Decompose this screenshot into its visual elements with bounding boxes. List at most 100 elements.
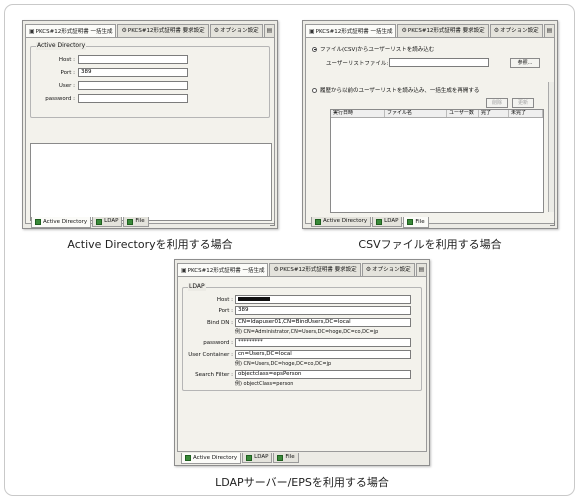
container-input[interactable]: cn=Users,DC=local	[235, 350, 411, 359]
password-label: password :	[203, 339, 233, 346]
tab-file[interactable]: File	[123, 217, 149, 227]
window-tab-bar: ▣ PKCS#12形式証明書 一括生成 ⚙ PKCS#12形式証明書 要求設定 ⚙ オ…	[25, 24, 276, 38]
csv-option-label: ファイル(CSV)からユーザーリストを読み込む	[320, 47, 435, 53]
tab-file[interactable]: File	[403, 217, 429, 228]
binddn-row: Bind DN : CN=ldapuser01,CN=BindUsers,DC=…	[185, 318, 411, 327]
user-input[interactable]	[78, 81, 188, 90]
tab-label: PKCS#12形式証明書 一括生成	[315, 28, 393, 35]
tab-icon	[407, 219, 414, 225]
tab-label: LDAP	[384, 218, 399, 224]
column-header[interactable]: 実行日時	[331, 110, 385, 117]
csv-option-row[interactable]: ファイル(CSV)からユーザーリストを読み込む	[312, 45, 434, 53]
history-table: 実行日時 ファイル名 ユーザー数 完了 未完了	[330, 109, 544, 213]
refresh-button[interactable]: 更新	[512, 98, 534, 108]
container-label: User Container :	[188, 351, 233, 358]
redacted-host	[238, 296, 270, 301]
file-label: ユーザーリストファイル:	[326, 60, 389, 67]
history-option-row[interactable]: 履歴から以前のユーザーリストを読み込み、一括生成を再開する	[312, 86, 479, 94]
tab-active-directory[interactable]: Active Directory	[311, 217, 372, 227]
tab-label: PKCS#12形式証明書 要求設定	[279, 267, 357, 273]
column-header[interactable]: 完了	[479, 110, 509, 117]
tab-log[interactable]: ▤	[543, 24, 556, 37]
tab-request-settings[interactable]: ⚙ PKCS#12形式証明書 要求設定	[269, 263, 361, 276]
filter-input[interactable]: objectclass=epsPerson	[235, 370, 411, 379]
log-area	[30, 143, 272, 221]
tab-icon	[35, 219, 41, 225]
password-row: password : *********	[185, 338, 411, 347]
tab-icon	[127, 218, 134, 225]
file-input[interactable]	[389, 58, 489, 67]
file-row: ユーザーリストファイル:	[326, 58, 489, 67]
tab-request-settings[interactable]: ⚙ PKCS#12形式証明書 要求設定	[397, 24, 489, 37]
binddn-label: Bind DN :	[207, 319, 233, 326]
tab-options[interactable]: ⚙ オプション設定	[209, 24, 263, 37]
tab-label: LDAP	[104, 218, 119, 224]
binddn-input[interactable]: CN=ldapuser01,CN=BindUsers,DC=local	[235, 318, 411, 327]
gear-icon: ⚙	[213, 27, 220, 34]
tab-active-directory[interactable]: Active Directory	[31, 217, 92, 228]
column-header[interactable]: 未完了	[509, 110, 543, 117]
grid-icon: ▤	[546, 27, 553, 34]
grid-icon: ▤	[266, 27, 273, 34]
delete-button[interactable]: 削除	[486, 98, 508, 108]
host-row: Host :	[35, 55, 188, 64]
tab-log[interactable]: ▤	[415, 263, 428, 276]
vertical-scrollbar[interactable]	[548, 82, 554, 212]
ldap-pane: LDAP Host : Port : 389 Bind DN : CN=ldap…	[177, 276, 427, 452]
tab-bulk-generate[interactable]: ▣ PKCS#12形式証明書 一括生成	[25, 24, 117, 38]
tab-label: オプション設定	[220, 28, 259, 34]
bottom-tab-bar: Active Directory LDAP File	[311, 217, 430, 228]
ad-groupbox: Active Directory Host : Port : 389 User …	[30, 42, 270, 118]
host-row: Host :	[185, 295, 411, 304]
tab-ldap[interactable]: LDAP	[372, 217, 403, 227]
container-row: User Container : cn=Users,DC=local	[185, 350, 411, 359]
password-label: password :	[45, 95, 75, 102]
port-input[interactable]: 389	[78, 68, 188, 77]
tab-active-directory[interactable]: Active Directory	[181, 453, 242, 464]
ad-caption: Active Directoryを利用する場合	[67, 238, 233, 251]
history-option-label: 履歴から以前のユーザーリストを読み込み、一括生成を再開する	[320, 88, 480, 94]
user-row: User :	[35, 81, 188, 90]
port-input[interactable]: 389	[235, 306, 411, 315]
gear-icon: ⚙	[493, 27, 500, 34]
tab-label: Active Directory	[43, 218, 88, 225]
host-input[interactable]	[78, 55, 188, 64]
binddn-example: 例) CN=Administrator,CN=Users,DC=hoge,DC=…	[235, 329, 379, 335]
csv-radio[interactable]	[312, 46, 317, 52]
history-radio[interactable]	[312, 87, 317, 93]
groupbox-title: LDAP	[188, 283, 206, 291]
grid-icon: ▤	[418, 266, 425, 273]
tab-icon	[376, 218, 383, 225]
password-input[interactable]	[78, 94, 188, 103]
tab-label: PKCS#12形式証明書 要求設定	[407, 28, 485, 34]
column-header[interactable]: ファイル名	[385, 110, 447, 117]
tab-log[interactable]: ▤	[263, 24, 276, 37]
tab-options[interactable]: ⚙ オプション設定	[489, 24, 543, 37]
tab-ldap[interactable]: LDAP	[92, 217, 123, 227]
port-label: Port :	[218, 307, 233, 314]
tab-options[interactable]: ⚙ オプション設定	[361, 263, 415, 276]
tab-label: File	[415, 218, 425, 225]
host-input[interactable]	[235, 295, 411, 304]
host-label: Host :	[216, 296, 233, 303]
tab-bulk-generate[interactable]: ▣ PKCS#12形式証明書 一括生成	[177, 263, 269, 277]
ldap-groupbox: LDAP Host : Port : 389 Bind DN : CN=ldap…	[182, 283, 422, 391]
tab-label: File	[285, 454, 295, 460]
password-input[interactable]: *********	[235, 338, 411, 347]
filter-label: Search Filter :	[195, 371, 233, 378]
port-label: Port :	[60, 69, 75, 76]
tab-bulk-generate[interactable]: ▣ PKCS#12形式証明書 一括生成	[305, 24, 397, 38]
tab-icon	[185, 455, 191, 461]
resize-grip[interactable]	[270, 221, 275, 226]
tab-icon	[315, 218, 321, 225]
resize-grip[interactable]	[550, 221, 555, 226]
column-header[interactable]: ユーザー数	[447, 110, 479, 117]
tab-label: オプション設定	[500, 28, 539, 34]
tab-file[interactable]: File	[273, 453, 299, 463]
ldap-caption: LDAPサーバー/EPSを利用する場合	[215, 476, 389, 489]
tab-label: PKCS#12形式証明書 一括生成	[35, 28, 113, 35]
tab-label: PKCS#12形式証明書 要求設定	[127, 28, 205, 34]
tab-ldap[interactable]: LDAP	[242, 453, 273, 463]
tab-request-settings[interactable]: ⚙ PKCS#12形式証明書 要求設定	[117, 24, 209, 37]
browse-button[interactable]: 参照...	[510, 58, 540, 68]
